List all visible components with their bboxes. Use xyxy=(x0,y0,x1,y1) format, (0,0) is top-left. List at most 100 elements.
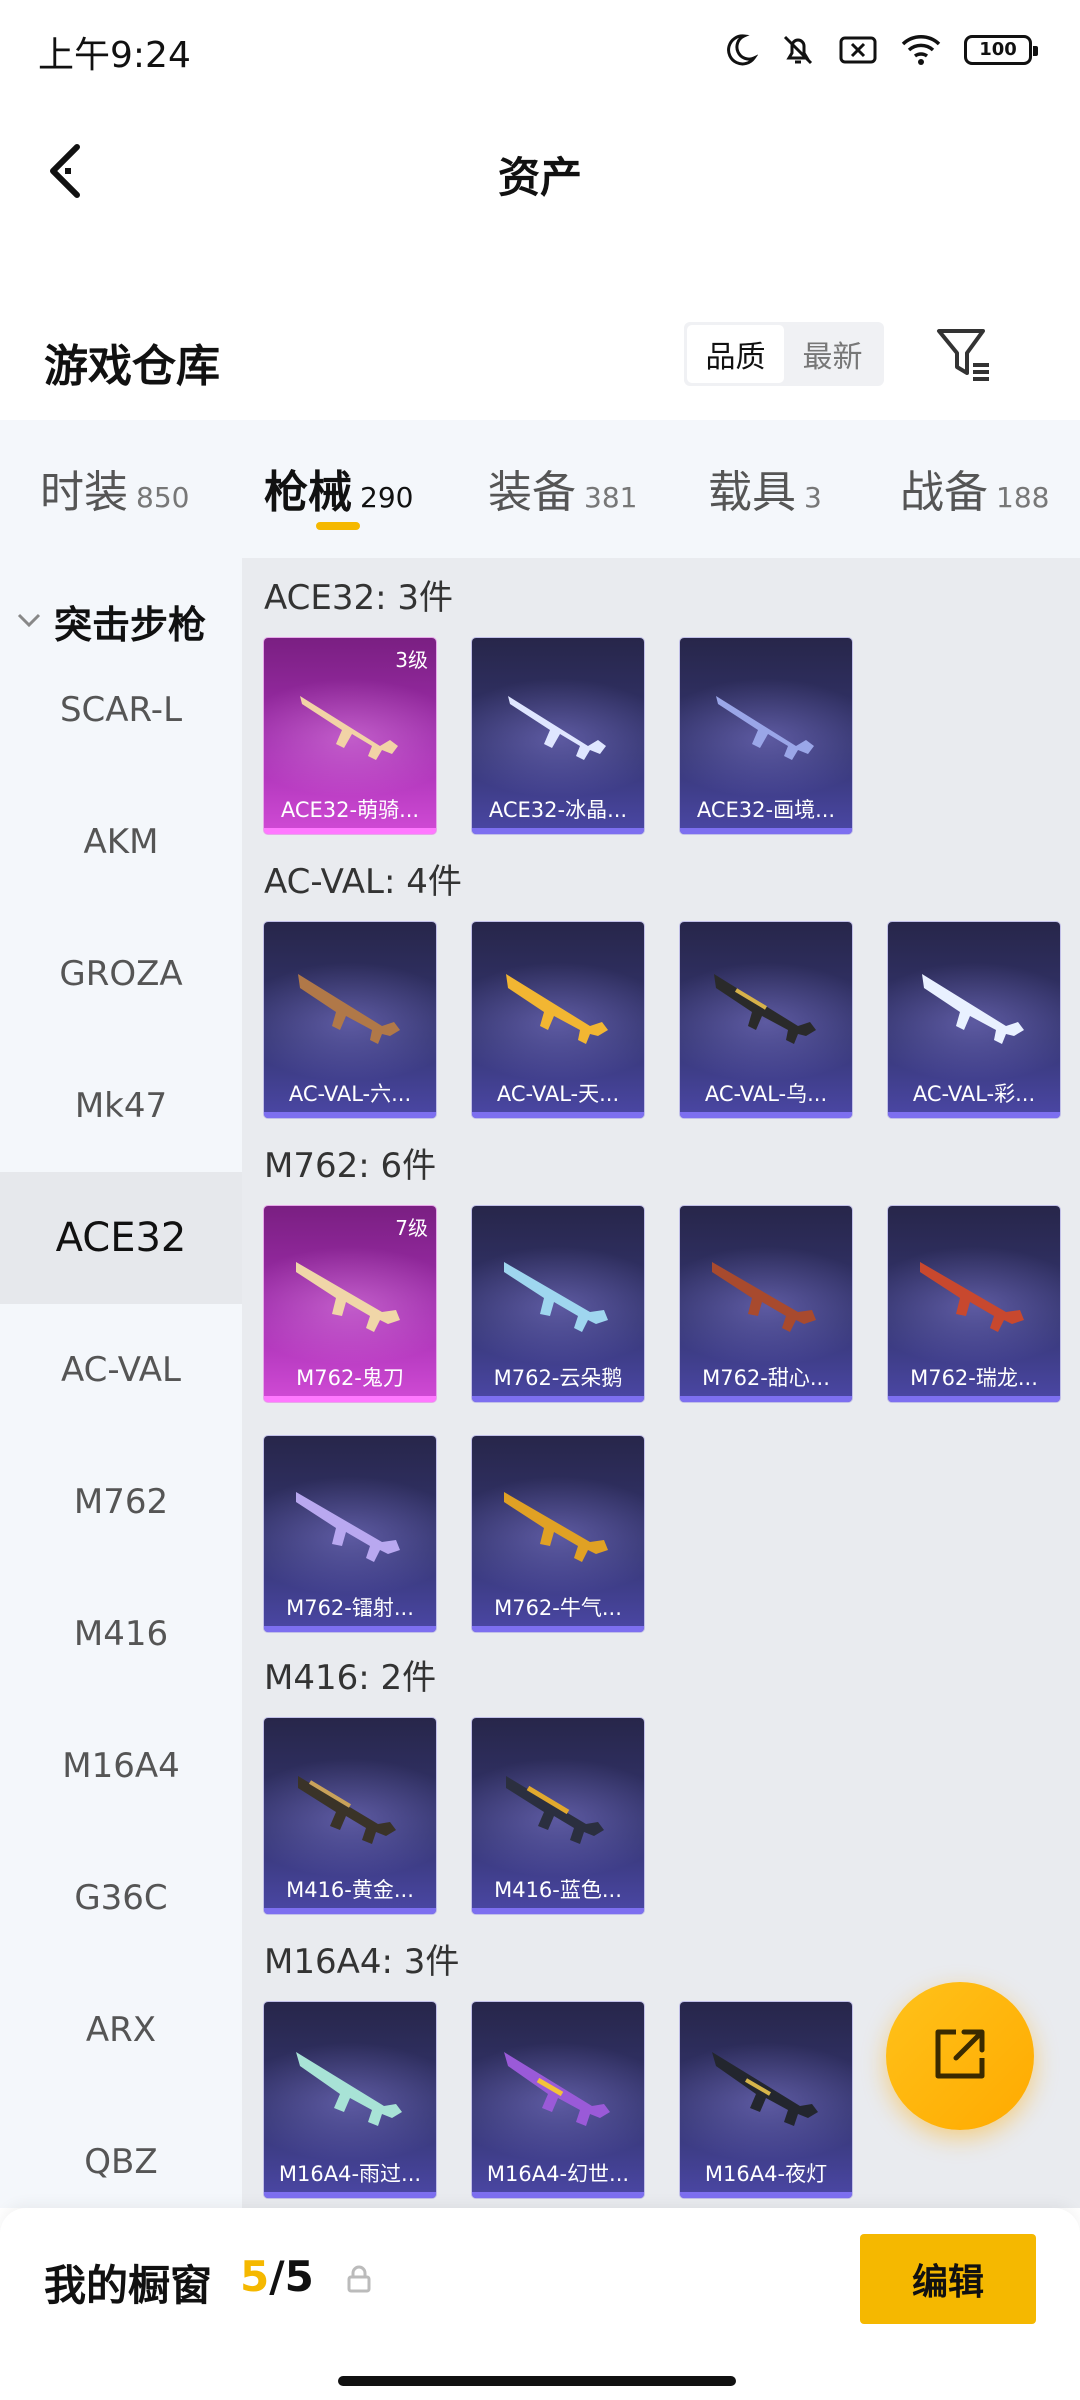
sim-off-icon xyxy=(838,32,878,68)
sidebar-item-akm[interactable]: AKM xyxy=(0,776,242,908)
showcase-total: /5 xyxy=(269,2252,314,2301)
sort-quality-button[interactable]: 品质 xyxy=(687,325,784,383)
sidebar-group-assault-rifles[interactable]: 突击步枪 xyxy=(16,594,206,649)
sidebar-item-m16a4[interactable]: M16A4 xyxy=(0,1700,242,1832)
showcase-title: 我的橱窗 xyxy=(44,2261,213,2310)
item-name: AC-VAL-六... xyxy=(288,1082,412,1106)
item-card[interactable]: M16A4-幻世... xyxy=(472,2002,644,2198)
tab-fashion[interactable]: 时装 850 xyxy=(40,456,189,526)
item-name: M16A4-夜灯 xyxy=(704,2162,828,2186)
item-card[interactable]: AC-VAL-天... xyxy=(472,922,644,1118)
item-card[interactable]: M16A4-夜灯 xyxy=(680,2002,852,2198)
item-card[interactable]: M762-甜心... xyxy=(680,1206,852,1402)
item-name: M762-鬼刀 xyxy=(296,1366,404,1390)
rifle-icon xyxy=(506,974,608,1044)
tab-vehicles[interactable]: 载具 3 xyxy=(708,456,822,526)
section-title: AC-VAL: 4件 xyxy=(264,862,462,902)
rifle-icon xyxy=(298,1776,396,1844)
rifle-icon xyxy=(296,2052,402,2126)
page-title: 资产 xyxy=(497,153,582,202)
status-icons: 100 xyxy=(722,28,1038,72)
item-name: M416-黄金... xyxy=(286,1878,414,1902)
tab-count: 290 xyxy=(360,481,414,514)
item-card[interactable]: AC-VAL-彩... xyxy=(888,922,1060,1118)
top-nav: 资产 xyxy=(0,96,1080,246)
item-name: M16A4-雨过... xyxy=(278,2162,422,2186)
rifle-icon xyxy=(712,2052,818,2126)
share-icon xyxy=(928,2022,992,2090)
sidebar-item-mk47[interactable]: Mk47 xyxy=(0,1040,242,1172)
item-card[interactable]: M762-瑞龙... xyxy=(888,1206,1060,1402)
item-name: AC-VAL-彩... xyxy=(912,1082,1036,1106)
rifle-icon xyxy=(922,974,1024,1044)
rifle-icon xyxy=(712,1262,816,1332)
item-name: M762-牛气... xyxy=(494,1596,622,1620)
section-title: M762: 6件 xyxy=(264,1146,437,1186)
item-name: M762-甜心... xyxy=(702,1366,830,1390)
status-time: 上午9:24 xyxy=(38,35,191,76)
filter-button[interactable] xyxy=(932,324,996,388)
section-title: ACE32: 3件 xyxy=(264,578,454,618)
tab-equipment[interactable]: 装备 381 xyxy=(488,456,637,526)
battery-icon: 100 xyxy=(964,35,1038,65)
item-card[interactable]: 7级 M762-鬼刀 xyxy=(264,1206,436,1402)
edit-button[interactable]: 编辑 xyxy=(860,2234,1036,2324)
sidebar-item-g36c[interactable]: G36C xyxy=(0,1832,242,1964)
item-card[interactable]: AC-VAL-六... xyxy=(264,922,436,1118)
item-name: AC-VAL-天... xyxy=(496,1082,620,1106)
item-card[interactable]: M416-蓝色... xyxy=(472,1718,644,1914)
rifle-icon xyxy=(504,1492,608,1562)
item-card[interactable]: ACE32-画境... xyxy=(680,638,852,834)
category-tabs: 时装 850 枪械 290 装备 381 载具 3 战备 188 xyxy=(0,420,1080,558)
showcase-current: 5 xyxy=(240,2252,270,2301)
tab-label: 时装 xyxy=(40,467,128,518)
sidebar-item-m416[interactable]: M416 xyxy=(0,1568,242,1700)
tab-count: 850 xyxy=(136,481,190,514)
home-indicator[interactable] xyxy=(338,2376,736,2386)
sort-newest-button[interactable]: 最新 xyxy=(784,325,881,383)
sidebar-item-qbz[interactable]: QBZ xyxy=(0,2096,242,2208)
wifi-icon xyxy=(900,32,942,68)
item-name: M762-云朵鹅 xyxy=(493,1366,623,1390)
item-card[interactable]: ACE32-冰晶... xyxy=(472,638,644,834)
rifle-icon xyxy=(504,2052,610,2126)
share-button[interactable] xyxy=(886,1982,1034,2130)
item-card[interactable]: M762-云朵鹅 xyxy=(472,1206,644,1402)
sidebar-item-m762[interactable]: M762 xyxy=(0,1436,242,1568)
item-name: ACE32-冰晶... xyxy=(488,798,628,822)
sidebar-item-groza[interactable]: GROZA xyxy=(0,908,242,1040)
item-name: M762-瑞龙... xyxy=(910,1366,1038,1390)
rifle-icon xyxy=(508,696,606,760)
item-card[interactable]: M762-镭射... xyxy=(264,1436,436,1632)
item-card[interactable]: M762-牛气... xyxy=(472,1436,644,1632)
tab-label: 装备 xyxy=(488,467,576,518)
item-card[interactable]: M16A4-雨过... xyxy=(264,2002,436,2198)
tab-supplies[interactable]: 战备 188 xyxy=(900,456,1049,526)
sidebar-item-arx[interactable]: ARX xyxy=(0,1964,242,2096)
weapon-sidebar: 突击步枪 SCAR-L AKM GROZA Mk47 ACE32 AC-VAL … xyxy=(0,558,242,2208)
tab-guns[interactable]: 枪械 290 xyxy=(264,456,413,526)
item-card[interactable]: AC-VAL-乌... xyxy=(680,922,852,1118)
showcase-bar: 我的橱窗 5/5 编辑 xyxy=(0,2208,1080,2400)
tab-count: 381 xyxy=(584,481,638,514)
lock-icon xyxy=(347,2265,371,2293)
rifle-icon xyxy=(714,974,816,1044)
rifle-icon xyxy=(504,1262,608,1332)
item-name: ACE32-萌骑... xyxy=(280,798,420,822)
item-card[interactable]: 3级 ACE32-萌骑... xyxy=(264,638,436,834)
item-card[interactable]: M416-黄金... xyxy=(264,1718,436,1914)
rifle-icon xyxy=(296,1492,400,1562)
moon-icon xyxy=(722,32,758,68)
sidebar-item-scar-l[interactable]: SCAR-L xyxy=(0,644,242,776)
item-name: ACE32-画境... xyxy=(696,798,836,822)
warehouse-title: 游戏仓库 xyxy=(44,341,220,392)
item-name: AC-VAL-乌... xyxy=(704,1082,828,1106)
rifle-icon xyxy=(920,1262,1024,1332)
sidebar-item-ace32[interactable]: ACE32 xyxy=(0,1172,242,1304)
active-tab-indicator xyxy=(316,522,360,530)
tab-label: 战备 xyxy=(900,467,988,518)
item-name: M762-镭射... xyxy=(286,1596,414,1620)
sidebar-item-ac-val[interactable]: AC-VAL xyxy=(0,1304,242,1436)
filter-icon xyxy=(935,325,993,387)
tab-count: 3 xyxy=(804,481,822,514)
